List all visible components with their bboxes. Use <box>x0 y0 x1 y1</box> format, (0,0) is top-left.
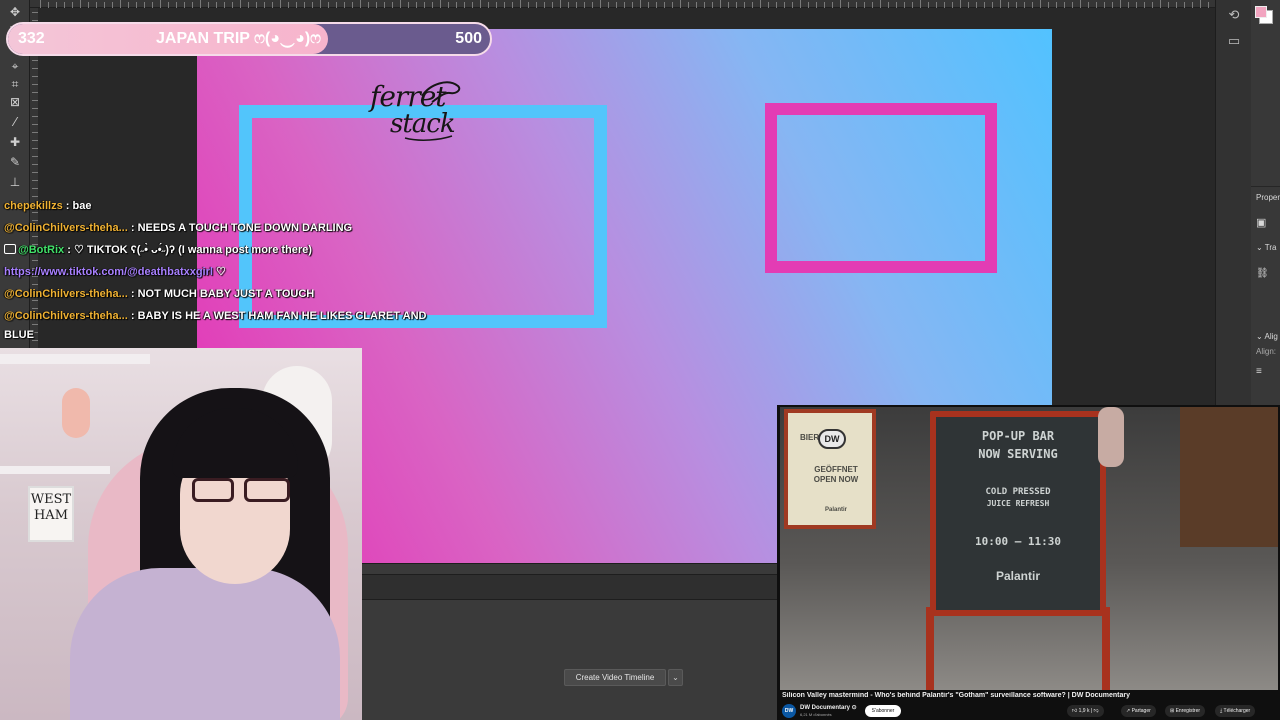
chat-message: @ColinChilvers-theha... : NEEDS A TOUCH … <box>4 219 474 241</box>
board-line-1: POP-UP BAR <box>981 429 1055 443</box>
chevron-down-icon: ⌄ <box>1256 243 1265 252</box>
chat-message: @BotRix : ♡ TIKTOK ʕ(˶•̀ ᴗ•́˶)ʔ (I wanna… <box>4 241 474 263</box>
chat-text: : bae <box>62 200 92 212</box>
left-sandwich-board: BIER GEÖFFNET OPEN NOW Palantir <box>784 409 876 529</box>
share-label: Partager <box>1131 708 1151 714</box>
chat-text: BLUE <box>4 329 34 341</box>
video-action-bar: DW DW Documentary ⊙ 6,21 M d'abonnés S'a… <box>782 704 1277 718</box>
sign-line-1: WEST <box>30 492 72 507</box>
goal-target-value: 500 <box>455 30 482 47</box>
board-leg <box>926 607 934 690</box>
timeline-dropdown-button[interactable]: ⌄ <box>668 669 683 686</box>
thumbs-up-icon: 👍︎ <box>1072 708 1079 714</box>
channel-name[interactable]: DW Documentary ⊙ <box>800 704 857 711</box>
screen: ✥ ⬚ ℓ ⌖ ⌗ ⊠ ⁄ ✚ ✎ ⊥ ferret stack Create … <box>0 0 1280 720</box>
goal-current-value: 332 <box>18 30 45 47</box>
properties-tab[interactable]: Proper <box>1256 193 1280 202</box>
door <box>1180 407 1278 547</box>
left-board-line-4: Palantir <box>824 507 847 513</box>
thumbs-down-icon: | 👎︎ <box>1089 708 1099 714</box>
board-leg <box>1102 607 1110 690</box>
board-line-4: JUICE REFRESH <box>986 499 1050 508</box>
channel-avatar[interactable]: DW <box>782 704 796 718</box>
align-label: Alig <box>1264 332 1278 341</box>
chat-username: @ColinChilvers-theha... <box>4 288 128 300</box>
frame-tool-icon[interactable]: ⊠ <box>6 94 24 110</box>
bot-icon <box>4 244 16 254</box>
ferret-stack-logo: ferret stack <box>360 76 465 146</box>
person-arm <box>1098 407 1124 467</box>
healing-tool-icon[interactable]: ✚ <box>6 134 24 150</box>
west-ham-sign: WEST HAM <box>28 486 74 542</box>
align-section[interactable]: ⌄ Alig <box>1256 332 1278 341</box>
crop-tool-icon[interactable]: ⌗ <box>6 76 24 92</box>
foreground-color-swatch[interactable] <box>1255 6 1267 18</box>
transform-section[interactable]: ⌄ Tra <box>1256 243 1276 252</box>
move-tool-icon[interactable]: ✥ <box>6 4 24 20</box>
webcam-feed: WEST HAM <box>0 348 362 720</box>
chat-message: chepekillzs : bae <box>4 197 474 219</box>
chat-link[interactable]: https://www.tiktok.com/@deathbatxxgirl <box>4 266 213 278</box>
eyedropper-tool-icon[interactable]: ⁄ <box>6 114 24 130</box>
shelf <box>0 354 150 364</box>
glasses-icon <box>192 478 234 502</box>
like-count: 1,9 k <box>1078 708 1090 714</box>
chat-text: : NEEDS A TOUCH TONE DOWN DARLING <box>127 222 353 234</box>
chat-text: : BABY IS HE A WEST HAM FAN HE LIKES CLA… <box>127 310 427 322</box>
chat-username: chepekillzs <box>4 200 63 212</box>
video-frame[interactable]: BIER GEÖFFNET OPEN NOW Palantir DW POP-U… <box>780 407 1278 690</box>
transform-label: Tra <box>1264 243 1277 252</box>
dw-logo: DW <box>818 429 846 449</box>
youtube-player: BIER GEÖFFNET OPEN NOW Palantir DW POP-U… <box>777 405 1280 720</box>
top-ruler <box>0 0 1215 8</box>
shelf <box>0 466 110 474</box>
board-line-3: COLD PRESSED <box>985 487 1051 497</box>
left-board-line-2: GEÖFFNET <box>814 465 858 474</box>
align-icon[interactable]: ≡ <box>1256 366 1262 377</box>
share-button[interactable]: ↗ Partager <box>1121 705 1156 717</box>
chat-text: ♡ <box>212 266 226 278</box>
image-icon: ▣ <box>1256 217 1267 229</box>
streamer-hoodie <box>70 568 340 720</box>
goal-title: JAPAN TRIP ෆ(◕‿◕)ෆ <box>156 30 321 47</box>
chat-username: @ColinChilvers-theha... <box>4 310 128 322</box>
panel-divider <box>1251 186 1280 187</box>
brush-tool-icon[interactable]: ✎ <box>6 154 24 170</box>
board-line-2: NOW SERVING <box>978 447 1058 461</box>
subscribe-button[interactable]: S'abonner <box>865 705 901 717</box>
save-label: Enregistrer <box>1175 708 1201 714</box>
chat-message-continuation: BLUE <box>4 326 474 348</box>
board-line-6: Palantir <box>995 569 1040 583</box>
chat-message: @ColinChilvers-theha... : NOT MUCH BABY … <box>4 285 474 307</box>
video-title[interactable]: Silicon Valley mastermind - Who's behind… <box>782 692 1277 699</box>
chat-username: @ColinChilvers-theha... <box>4 222 128 234</box>
chat-text: : NOT MUCH BABY JUST A TOUCH <box>127 288 315 300</box>
pink-frame[interactable] <box>765 103 997 273</box>
chat-overlay: chepekillzs : bae @ColinChilvers-theha..… <box>4 197 474 348</box>
subscriber-count: 6,21 M d'abonnés <box>800 712 832 717</box>
align-sublabel: Align: <box>1256 347 1277 356</box>
download-label: Télécharger <box>1223 708 1251 714</box>
download-button[interactable]: ⤓ Télécharger <box>1215 705 1256 717</box>
select-tool-icon[interactable]: ⌖ <box>6 58 24 74</box>
chat-message: @ColinChilvers-theha... : BABY IS HE A W… <box>4 307 474 326</box>
history-icon[interactable]: ⟲ <box>1226 8 1242 24</box>
sign-line-2: HAM <box>33 508 69 523</box>
create-video-timeline-button[interactable]: Create Video Timeline <box>564 669 666 686</box>
goal-progress-bar: 332 JAPAN TRIP ෆ(◕‿◕)ෆ 500 <box>6 22 492 56</box>
chat-text: : ♡ TIKTOK ʕ(˶•̀ ᴗ•́˶)ʔ (I wanna post mo… <box>64 244 312 256</box>
chat-message: https://www.tiktok.com/@deathbatxxgirl ♡ <box>4 263 474 285</box>
stamp-tool-icon[interactable]: ⊥ <box>6 174 24 190</box>
sandwich-board: POP-UP BAR NOW SERVING COLD PRESSED JUIC… <box>930 411 1106 616</box>
chat-username: @BotRix <box>18 244 65 256</box>
board-line-5: 10:00 — 11:30 <box>974 535 1062 548</box>
comments-icon[interactable]: ▭ <box>1226 34 1242 50</box>
glasses-icon <box>244 478 290 502</box>
logo-line-2: stack <box>390 109 456 139</box>
left-board-line-3: OPEN NOW <box>813 475 859 484</box>
link-icon[interactable]: ⛓ <box>1256 268 1269 279</box>
plush-toy <box>62 388 90 438</box>
save-button[interactable]: ⊞ Enregistrer <box>1165 705 1206 717</box>
like-button[interactable]: 👍︎ 1,9 k | 👎︎ <box>1067 705 1104 717</box>
